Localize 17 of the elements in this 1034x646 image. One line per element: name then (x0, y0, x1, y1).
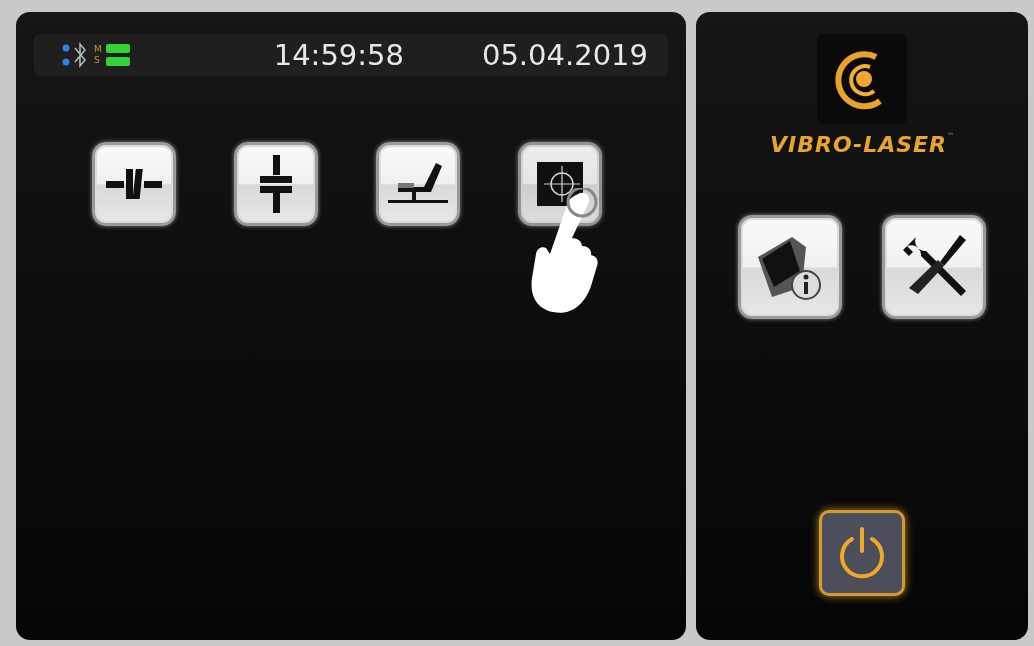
link-label: M (94, 44, 102, 55)
battery-icon (105, 42, 130, 68)
power-icon (838, 527, 886, 579)
current-date: 05.04.2019 (481, 38, 648, 72)
coupling-vertical-icon (258, 155, 294, 213)
coupling-horizontal-icon (106, 167, 162, 201)
brand-name: VIBRO-LASER (770, 132, 947, 157)
device-info-button[interactable] (738, 215, 842, 319)
link-label: S (94, 55, 101, 66)
settings-button[interactable] (882, 215, 986, 319)
clock-time: 14:59:58 (273, 38, 404, 72)
measurement-button[interactable] (234, 142, 318, 226)
logo-icon (817, 34, 907, 124)
target-icon (535, 160, 585, 208)
power-button[interactable] (819, 510, 905, 596)
measurement-button[interactable] (92, 142, 176, 226)
measurement-button[interactable] (376, 142, 460, 226)
